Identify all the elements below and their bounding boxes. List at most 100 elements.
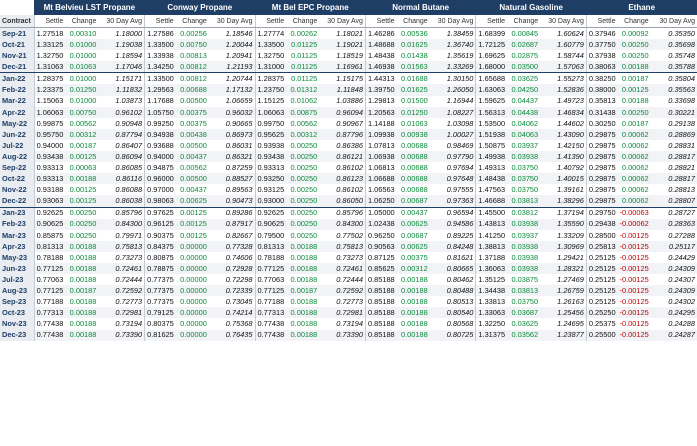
- change-cell: 0.01250: [65, 84, 99, 96]
- avg-cell: 1.21193: [208, 61, 256, 74]
- change-cell: 0.00312: [65, 128, 99, 140]
- avg-cell: 0.29138: [650, 117, 697, 129]
- contract-month-cell: Feb-22: [0, 84, 35, 96]
- avg-cell: 0.80665: [429, 262, 476, 275]
- avg-cell: 0.87794: [98, 128, 145, 140]
- table-row: Aug-23 0.77125 0.00187 0.72592 0.77375 0.0000…: [0, 285, 697, 297]
- avg-cell: 0.72461: [98, 262, 145, 275]
- change-cell: 0.00188: [65, 262, 99, 275]
- change-cell: 0.00250: [286, 218, 320, 230]
- avg-cell: 0.35563: [650, 84, 697, 96]
- avg-cell: 0.28363: [650, 218, 697, 230]
- avg-cell: 1.26050: [429, 84, 476, 96]
- table-row: Feb-22 1.23375 0.01250 1.11832 1.29563 0.0068…: [0, 84, 697, 96]
- avg-cell: 0.98469: [429, 139, 476, 152]
- settle-cell: 0.37938: [585, 50, 618, 62]
- avg-cell: 0.84300: [98, 218, 145, 230]
- avg-cell: 0.96102: [98, 106, 145, 118]
- settle-cell: 0.90625: [33, 218, 66, 230]
- avg-cell: 0.86386: [319, 139, 366, 152]
- product-group-header: Mt Belvieu LST Propane Conway Propane Mt…: [0, 0, 697, 15]
- change-cell: 0.03938: [507, 151, 541, 163]
- settle-cell: 1.34250: [144, 61, 176, 74]
- settle-cell: 0.38250: [585, 72, 618, 85]
- avg-cell: 0.24288: [650, 318, 697, 330]
- avg-cell: 1.18519: [319, 50, 366, 62]
- contract-month-cell: Apr-22: [0, 106, 35, 118]
- change-cell: 0.00437: [396, 207, 430, 219]
- table-row: Sep-22 0.93313 0.00063 0.86085 0.94875 0.0056…: [0, 162, 697, 174]
- settle-cell: 0.77125: [254, 285, 287, 297]
- settle-cell: 1.59625: [475, 95, 508, 107]
- change-cell: 0.03625: [507, 72, 541, 85]
- avg-cell: 1.03886: [319, 95, 366, 107]
- settle-cell: 0.25375: [585, 318, 618, 330]
- avg-cell: 0.35804: [650, 72, 697, 85]
- change-cell: 0.00250: [286, 173, 320, 185]
- change-cell: 0.01312: [286, 84, 320, 96]
- settle-cell: 0.77125: [33, 285, 66, 297]
- settle-cell: 0.30250: [585, 117, 618, 129]
- table-row: Nov-21 1.32750 0.01000 1.18594 1.33938 0.0081…: [0, 50, 697, 62]
- change-cell: 0.00250: [617, 39, 651, 51]
- change-cell: 0.00188: [286, 262, 320, 275]
- change-cell: 0.04062: [507, 117, 541, 129]
- settle-cell: 0.25500: [585, 329, 618, 341]
- settle-cell: 1.53500: [475, 117, 508, 129]
- settle-cell: 0.98063: [144, 195, 176, 208]
- settle-cell: 0.99875: [33, 117, 66, 129]
- change-cell: 0.03813: [507, 285, 541, 297]
- avg-cell: 0.88527: [208, 173, 256, 185]
- change-cell: -0.00125: [617, 262, 651, 275]
- avg-cell: 0.97790: [429, 151, 476, 163]
- avg-cell: 0.82667: [208, 229, 256, 241]
- avg-cell: 0.89225: [429, 229, 476, 241]
- settle-cell: 1.35125: [475, 274, 508, 286]
- change-cell: 0.01125: [286, 50, 320, 62]
- avg-cell: 1.38459: [429, 27, 476, 40]
- settle-cell: 0.29875: [585, 195, 618, 208]
- table-row: Dec-21 1.31063 0.01063 1.17046 1.34250 0.0081…: [0, 61, 697, 74]
- change-cell: 0.01563: [396, 61, 430, 74]
- avg-cell: 1.52836: [540, 84, 587, 96]
- change-cell: 0.04063: [507, 128, 541, 140]
- change-cell: 0.00625: [175, 195, 209, 208]
- column-header-change: Change: [175, 15, 209, 28]
- settle-cell: 0.25813: [585, 240, 618, 252]
- change-cell: 0.00125: [175, 229, 209, 241]
- settle-cell: 0.37750: [585, 39, 618, 51]
- change-cell: 0.00262: [286, 27, 320, 40]
- group-normal-butane: Normal Butane: [365, 0, 476, 15]
- settle-cell: 0.77313: [254, 307, 287, 319]
- settle-cell: 0.77063: [33, 274, 66, 286]
- change-cell: -0.00125: [617, 274, 651, 286]
- change-cell: 0.00250: [286, 151, 320, 163]
- avg-cell: 0.94586: [429, 218, 476, 230]
- settle-cell: 0.95750: [33, 128, 66, 140]
- change-cell: 0.00845: [507, 27, 541, 40]
- change-cell: 0.00250: [65, 218, 99, 230]
- change-cell: 0.00500: [175, 95, 209, 107]
- avg-cell: 1.19038: [98, 39, 145, 51]
- settle-cell: 0.77188: [33, 296, 66, 308]
- avg-cell: 0.28831: [650, 139, 697, 152]
- avg-cell: 0.72592: [98, 285, 145, 297]
- contract-month-cell: Oct-23: [0, 307, 35, 319]
- settle-cell: 1.02438: [364, 218, 397, 230]
- avg-cell: 0.79971: [98, 229, 145, 241]
- avg-cell: 0.72773: [319, 296, 366, 308]
- settle-cell: 1.33500: [254, 39, 287, 51]
- change-cell: 0.03687: [507, 307, 541, 319]
- settle-cell: 0.77125: [254, 262, 287, 275]
- change-cell: 0.00688: [396, 184, 430, 196]
- change-cell: 0.00312: [286, 128, 320, 140]
- avg-cell: 0.25117: [650, 240, 697, 252]
- settle-cell: 0.90625: [254, 218, 287, 230]
- avg-cell: 1.27469: [540, 274, 587, 286]
- contract-month-cell: Nov-21: [0, 50, 35, 62]
- change-cell: 0.00188: [65, 318, 99, 330]
- settle-cell: 0.90563: [364, 240, 397, 252]
- settle-cell: 1.15125: [254, 95, 287, 107]
- settle-cell: 0.96250: [364, 229, 397, 241]
- avg-cell: 0.86116: [98, 173, 145, 185]
